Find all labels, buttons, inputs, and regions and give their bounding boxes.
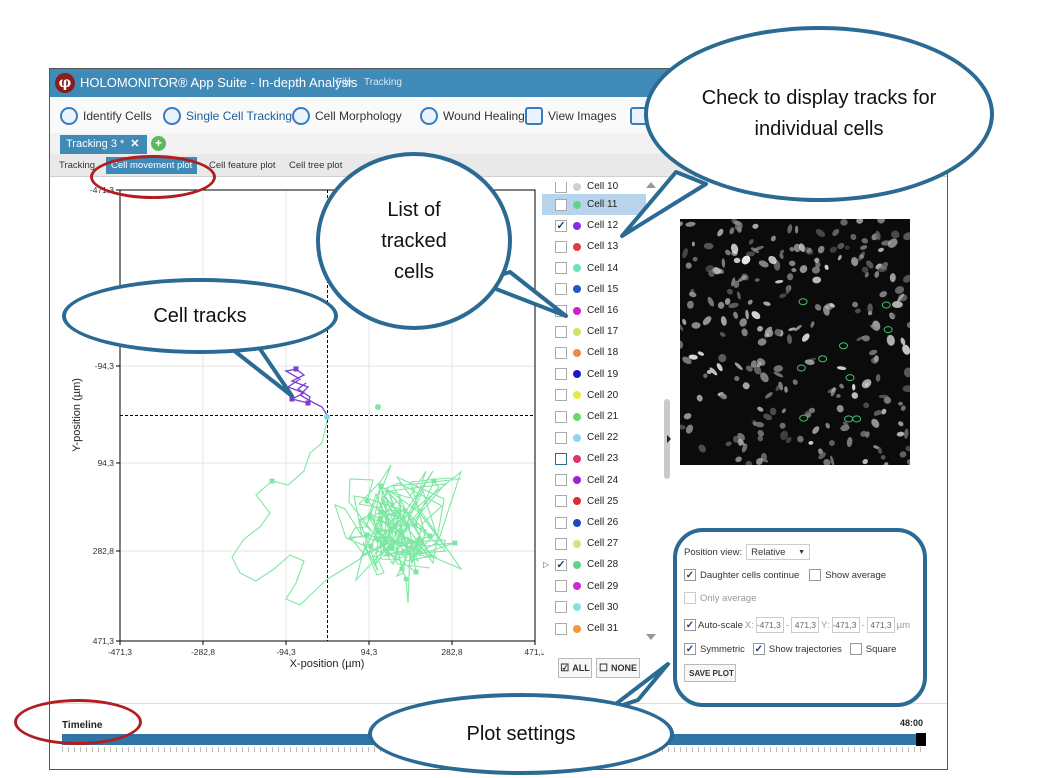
callout-tracked-cells: List of tracked cells bbox=[316, 152, 512, 330]
highlight-ring-timeline bbox=[14, 699, 142, 745]
tail-display-tracks bbox=[620, 170, 708, 238]
callout-display-tracks: Check to display tracks for individual c… bbox=[644, 26, 994, 202]
plot-settings-frame bbox=[673, 528, 927, 707]
callout-plot-settings: Plot settings bbox=[368, 693, 674, 775]
callout-cell-tracks: Cell tracks bbox=[62, 278, 338, 354]
tail-cell-tracks bbox=[226, 344, 294, 398]
highlight-ring-plot-tab bbox=[90, 155, 216, 199]
